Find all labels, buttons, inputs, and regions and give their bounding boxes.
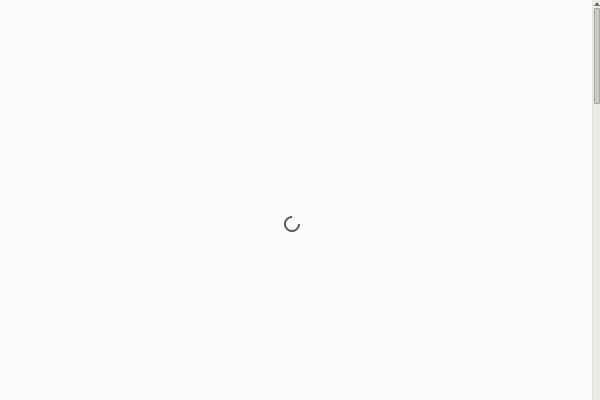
triangle-up-icon (594, 2, 600, 6)
scroll-thumb[interactable] (594, 8, 600, 104)
scroll-up-button[interactable] (593, 0, 600, 8)
vertical-scrollbar[interactable] (592, 0, 600, 400)
page-viewport (0, 0, 592, 400)
loading-spinner-icon (280, 212, 304, 236)
